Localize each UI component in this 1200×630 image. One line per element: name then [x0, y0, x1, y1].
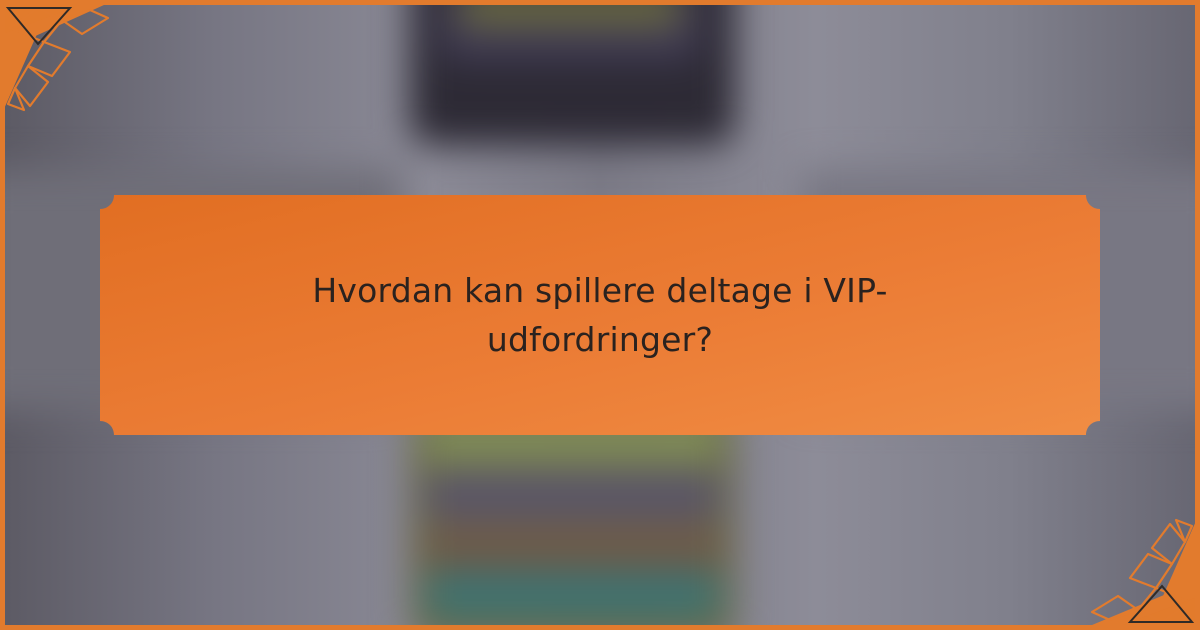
phone-top-highlight — [460, 0, 680, 25]
gem-row — [425, 470, 720, 520]
page-title: Hvordan kan spillere deltage i VIP-udfor… — [312, 270, 888, 360]
gem-row — [425, 525, 720, 575]
gem-row — [425, 570, 720, 620]
corner-ornament-icon — [5, 6, 110, 112]
title-banner: Hvordan kan spillere deltage i VIP-udfor… — [100, 195, 1100, 435]
corner-ornament-icon — [1090, 518, 1195, 624]
